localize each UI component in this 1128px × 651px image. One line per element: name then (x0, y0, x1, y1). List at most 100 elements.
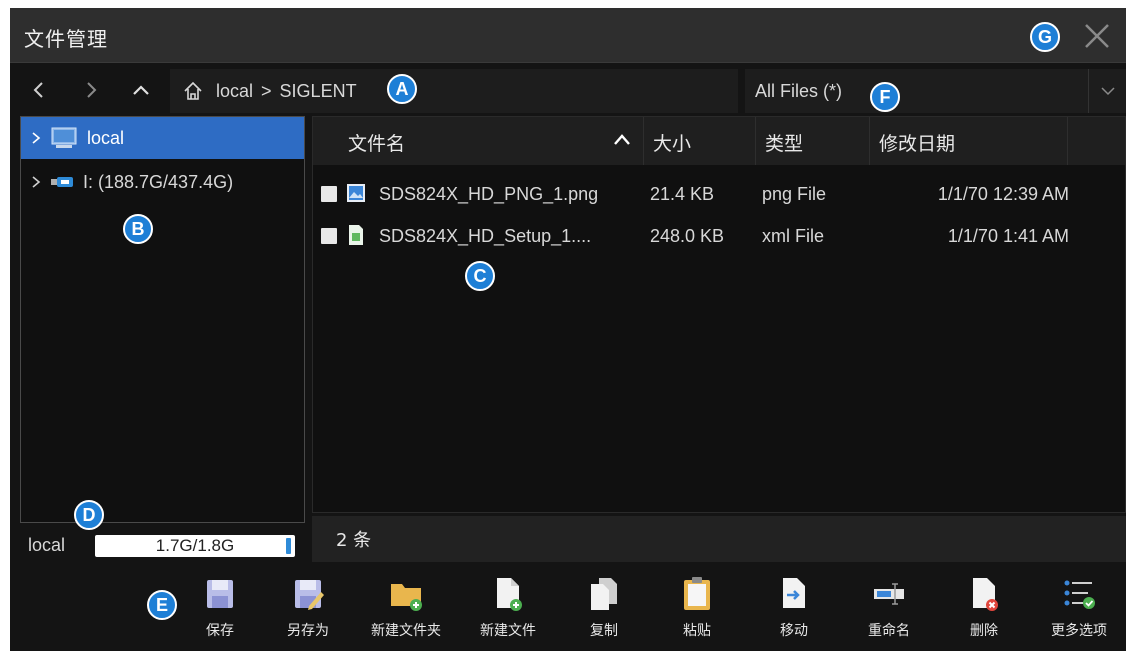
move-icon (776, 576, 812, 612)
file-row[interactable]: SDS824X_HD_Setup_1.... 248.0 KB xml File… (313, 215, 1125, 257)
file-modified: 1/1/70 12:39 AM (937, 184, 1069, 204)
window-title: 文件管理 (24, 27, 108, 51)
file-count-status: 2 条 (312, 516, 1126, 562)
paste-label: 粘贴 (683, 623, 711, 639)
expand-icon[interactable] (21, 132, 51, 144)
expand-icon[interactable] (21, 176, 51, 188)
directory-tree: local I: (188.7G/437.4G) (20, 116, 305, 523)
tree-item-usb-drive[interactable]: I: (188.7G/437.4G) (21, 161, 304, 203)
copy-label: 复制 (590, 623, 618, 639)
callout-a: A (387, 74, 417, 104)
file-modified: 1/1/70 1:41 AM (947, 226, 1069, 246)
file-name: SDS824X_HD_Setup_1.... (379, 226, 592, 246)
breadcrumb-segment-local[interactable]: local (216, 81, 253, 102)
new-folder-button[interactable]: 新建文件夹 (367, 576, 445, 648)
title-bar: 文件管理 (10, 8, 1126, 63)
action-toolbar: E 保存 另存为 新建文件夹 新建文件 复制 粘贴 移动 重命名 删除 更多选项 (10, 564, 1126, 651)
callout-f: F (870, 82, 900, 112)
paste-button[interactable]: 粘贴 (658, 576, 736, 648)
copy-button[interactable]: 复制 (565, 576, 643, 648)
tree-item-label: I: (188.7G/437.4G) (83, 171, 234, 192)
new-file-button[interactable]: 新建文件 (469, 576, 547, 648)
column-header-size[interactable]: 大小 (653, 129, 691, 156)
storage-fill-indicator (286, 538, 291, 554)
rename-icon (871, 576, 907, 612)
storage-label: local (28, 534, 66, 555)
sort-ascending-icon[interactable] (613, 131, 631, 149)
save-icon (202, 576, 238, 612)
chevron-up-icon (133, 85, 149, 95)
file-size: 21.4 KB (650, 184, 715, 204)
save-as-button[interactable]: 另存为 (269, 576, 347, 648)
chevron-down-icon (1100, 87, 1115, 96)
callout-d: D (74, 500, 104, 530)
file-checkbox[interactable] (321, 186, 337, 202)
navigation-row: local > SIGLENT A All Files (*) F (10, 65, 1126, 115)
close-button[interactable] (1068, 8, 1126, 63)
rename-label: 重命名 (868, 623, 910, 639)
move-button[interactable]: 移动 (755, 576, 833, 648)
delete-icon (966, 576, 1002, 612)
paste-icon (679, 576, 715, 612)
file-row[interactable]: SDS824X_HD_PNG_1.png 21.4 KB png File 1/… (313, 173, 1125, 215)
more-options-icon (1061, 576, 1097, 612)
save-button[interactable]: 保存 (181, 576, 259, 648)
more-options-button[interactable]: 更多选项 (1040, 576, 1118, 648)
file-type-filter[interactable]: All Files (*) (745, 69, 1126, 113)
save-as-icon (290, 576, 326, 612)
column-divider (1067, 117, 1068, 165)
column-header-type[interactable]: 类型 (765, 129, 803, 156)
callout-c: C (465, 261, 495, 291)
rename-button[interactable]: 重命名 (850, 576, 928, 648)
column-header-name[interactable]: 文件名 (348, 129, 405, 156)
path-breadcrumb[interactable]: local > SIGLENT (170, 69, 738, 113)
back-button[interactable] (24, 75, 54, 105)
forward-button[interactable] (76, 75, 106, 105)
column-divider (755, 117, 756, 165)
file-manager-window: 文件管理 G local > SIGLENT A All Files (*) F… (10, 8, 1126, 651)
file-list: 文件名 大小 类型 修改日期 SDS824X_HD_PNG_1.png 21.4… (312, 116, 1126, 513)
storage-usage-text: 1.7G/1.8G (155, 536, 235, 555)
file-count-label: 2 条 (336, 530, 372, 551)
tree-item-local[interactable]: local (21, 117, 304, 159)
file-type: xml File (762, 226, 824, 246)
move-label: 移动 (780, 623, 808, 639)
new-file-label: 新建文件 (480, 623, 536, 639)
breadcrumb-segment-siglent[interactable]: SIGLENT (280, 81, 357, 102)
new-file-icon (490, 576, 526, 612)
breadcrumb-separator: > (261, 80, 272, 101)
filter-selected-value: All Files (*) (755, 80, 843, 101)
file-name: SDS824X_HD_PNG_1.png (379, 184, 599, 204)
delete-button[interactable]: 删除 (945, 576, 1023, 648)
column-header-modified[interactable]: 修改日期 (879, 129, 955, 156)
new-folder-icon (388, 576, 424, 612)
up-button[interactable] (126, 75, 156, 105)
copy-icon (586, 576, 622, 612)
image-file-icon (347, 184, 365, 202)
column-divider (869, 117, 870, 165)
filter-dropdown-button[interactable] (1088, 69, 1126, 113)
more-options-label: 更多选项 (1051, 623, 1107, 639)
xml-file-icon (349, 225, 363, 245)
save-label: 保存 (206, 623, 234, 639)
new-folder-label: 新建文件夹 (371, 623, 441, 639)
callout-b: B (123, 214, 153, 244)
storage-usage: local 1.7G/1.8G (20, 528, 305, 562)
tree-item-label: local (87, 127, 125, 148)
storage-usage-bar: 1.7G/1.8G (95, 535, 295, 557)
file-checkbox[interactable] (321, 228, 337, 244)
file-size: 248.0 KB (650, 226, 725, 246)
home-icon[interactable] (182, 80, 204, 102)
file-type: png File (762, 184, 827, 204)
usb-drive-icon (51, 176, 73, 188)
save-as-label: 另存为 (287, 623, 329, 639)
file-list-header: 文件名 大小 类型 修改日期 (313, 117, 1125, 165)
callout-g: G (1030, 22, 1060, 52)
chevron-right-icon (87, 82, 97, 98)
delete-label: 删除 (970, 623, 998, 639)
close-icon (1085, 23, 1109, 48)
monitor-icon (51, 127, 77, 149)
chevron-left-icon (33, 82, 43, 98)
column-divider (643, 117, 644, 165)
callout-e: E (147, 590, 177, 620)
